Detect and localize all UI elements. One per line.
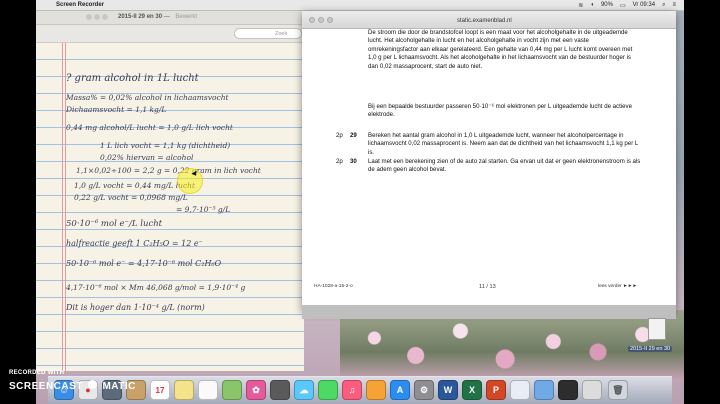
downloads-icon[interactable] bbox=[582, 380, 602, 400]
quicktime-icon[interactable] bbox=[558, 380, 578, 400]
notes-app-icon[interactable] bbox=[174, 380, 194, 400]
wifi-icon[interactable]: ≋ bbox=[578, 2, 583, 9]
battery-icon[interactable]: ▭ bbox=[620, 2, 626, 9]
minimize-window-icon bbox=[318, 17, 324, 23]
menu-bar: Screen Recorder ≋ ◖ 90% ▭ Vr 09:34 ⌕ ≡ bbox=[36, 0, 684, 11]
desktop-file-icon[interactable] bbox=[648, 318, 666, 340]
handwritten-line: halfreactie geeft 1 C₂H₅O = 12 e⁻ bbox=[66, 239, 203, 248]
question-number: 30 bbox=[350, 158, 357, 165]
continue-label: lees verder ►►► bbox=[598, 284, 638, 289]
question-text: Laat met een berekening zien of de auto … bbox=[368, 158, 641, 174]
recorder-watermark-line1: RECORDED WITH bbox=[9, 370, 65, 376]
reminders-icon[interactable] bbox=[198, 380, 218, 400]
question-points: 2p bbox=[336, 132, 343, 139]
notes-window: 2015-II 29 en 30 — Bewerkt Zoek ? gram a… bbox=[36, 11, 304, 371]
recorder-logo-icon bbox=[88, 380, 98, 389]
question-number: 29 bbox=[350, 132, 357, 139]
trash-icon[interactable]: 🗑 bbox=[608, 380, 628, 400]
folder-icon[interactable] bbox=[534, 380, 554, 400]
powerpoint-icon[interactable]: P bbox=[486, 380, 506, 400]
photos-app-icon[interactable]: ✿ bbox=[246, 380, 266, 400]
system-preferences-icon[interactable]: ⚙ bbox=[414, 380, 434, 400]
handwritten-line: 4,17·10⁻⁶ mol × Mm 46,068 g/mol = 1,9·10… bbox=[66, 283, 246, 292]
ibooks-icon[interactable] bbox=[366, 380, 386, 400]
dock: ☺ ● 17 ✿ ☁ ♫ A ⚙ W X P 🗑 bbox=[48, 376, 672, 404]
app-store-icon[interactable]: A bbox=[390, 380, 410, 400]
handwritten-line: 50·10⁻⁶ mol e⁻/L lucht bbox=[66, 219, 163, 229]
exam-pdf-window: static.examenblad.nl De stroom die door … bbox=[302, 11, 676, 311]
question-points: 2p bbox=[336, 158, 343, 165]
battery-percent[interactable]: 90% bbox=[601, 2, 613, 8]
messages-icon[interactable]: ☁ bbox=[294, 380, 314, 400]
spotlight-icon[interactable]: ⌕ bbox=[662, 2, 665, 9]
desktop-file-label[interactable]: 2015-II 29 en 30 bbox=[628, 346, 673, 352]
app-name-menu[interactable]: Screen Recorder bbox=[56, 2, 104, 8]
page-indicator: 11 / 13 bbox=[479, 284, 496, 290]
preview-icon[interactable] bbox=[510, 380, 530, 400]
exam-window-titlebar: static.examenblad.nl bbox=[302, 11, 676, 29]
window-controls[interactable] bbox=[86, 14, 110, 22]
itunes-icon[interactable]: ♫ bbox=[342, 380, 362, 400]
notes-search-field[interactable]: Zoek bbox=[234, 28, 302, 39]
exam-window-bottom-strip bbox=[302, 305, 676, 319]
exam-window-url: static.examenblad.nl bbox=[457, 18, 512, 24]
handwritten-line: Dit is hoger dan 1·10⁻⁴ g/L (norm) bbox=[66, 303, 205, 312]
maps-icon[interactable] bbox=[222, 380, 242, 400]
handwritten-line: Massa% = 0,02% alcohol in lichaamsvocht bbox=[66, 93, 229, 102]
exam-page: De stroom die door de brandstofcel loopt… bbox=[302, 29, 676, 311]
handwritten-line: 0,02% hiervan = alcohol bbox=[100, 153, 194, 162]
handwritten-line: Dichaamsvocht = 1,1 kg/L bbox=[66, 105, 167, 114]
zoom-window-icon bbox=[327, 17, 333, 23]
word-icon[interactable]: W bbox=[438, 380, 458, 400]
menu-bar-status: ≋ ◖ 90% ▭ Vr 09:34 ⌕ ≡ bbox=[578, 2, 684, 9]
notes-toolbar: Zoek bbox=[36, 25, 304, 43]
close-window-icon bbox=[309, 17, 315, 23]
handwritten-line: = 9,7·10⁻⁵ g/L bbox=[176, 205, 231, 214]
window-controls[interactable] bbox=[309, 17, 336, 25]
screen: Screen Recorder ≋ ◖ 90% ▭ Vr 09:34 ⌕ ≡ 2… bbox=[0, 0, 720, 404]
margin-line bbox=[62, 43, 63, 371]
notes-window-title: 2015-II 29 en 30 — Bewerkt bbox=[118, 14, 198, 20]
handwritten-line: 50·10⁻⁶ mol e⁻ = 4,17·10⁻⁶ mol C₂H₆O bbox=[66, 259, 222, 268]
excel-icon[interactable]: X bbox=[462, 380, 482, 400]
clock[interactable]: Vr 09:34 bbox=[633, 2, 655, 8]
handwritten-line: 0,44 mg alcohol/L lucht = 1,0 g/L lich v… bbox=[66, 123, 233, 132]
photo-booth-icon[interactable] bbox=[270, 380, 290, 400]
black-bar-left bbox=[0, 0, 36, 404]
facetime-icon[interactable] bbox=[318, 380, 338, 400]
exam-paragraph: Bij een bepaalde bestuurder passeren 50·… bbox=[368, 103, 632, 119]
notification-center-icon[interactable]: ≡ bbox=[672, 2, 676, 8]
exam-code: HA-1028-a-15-2-o bbox=[314, 284, 353, 289]
handwritten-line: 1 L lich vocht = 1,1 kg (dichtheid) bbox=[100, 141, 231, 150]
recorder-watermark-logo: SCREENCAST MATIC bbox=[9, 380, 136, 392]
desktop-flowers-image bbox=[340, 310, 684, 380]
exam-paragraph: De stroom die door de brandstofcel loopt… bbox=[368, 29, 633, 70]
question-text: Bereken het aantal gram alcohol in 1,0 L… bbox=[368, 132, 639, 156]
notes-titlebar: 2015-II 29 en 30 — Bewerkt bbox=[36, 11, 304, 25]
cursor-highlight bbox=[177, 168, 203, 194]
volume-icon[interactable]: ◖ bbox=[590, 2, 594, 8]
calendar-icon[interactable]: 17 bbox=[150, 380, 170, 400]
handwritten-line: 1,1×0,02÷100 = 2,2 g = 0,22 gram in lich… bbox=[76, 166, 261, 175]
handwritten-line: 0,22 g/L vocht = 0,0968 mg/L bbox=[74, 193, 188, 202]
handwritten-line: ? gram alcohol in 1L lucht bbox=[66, 73, 199, 84]
black-bar-right bbox=[684, 0, 720, 404]
